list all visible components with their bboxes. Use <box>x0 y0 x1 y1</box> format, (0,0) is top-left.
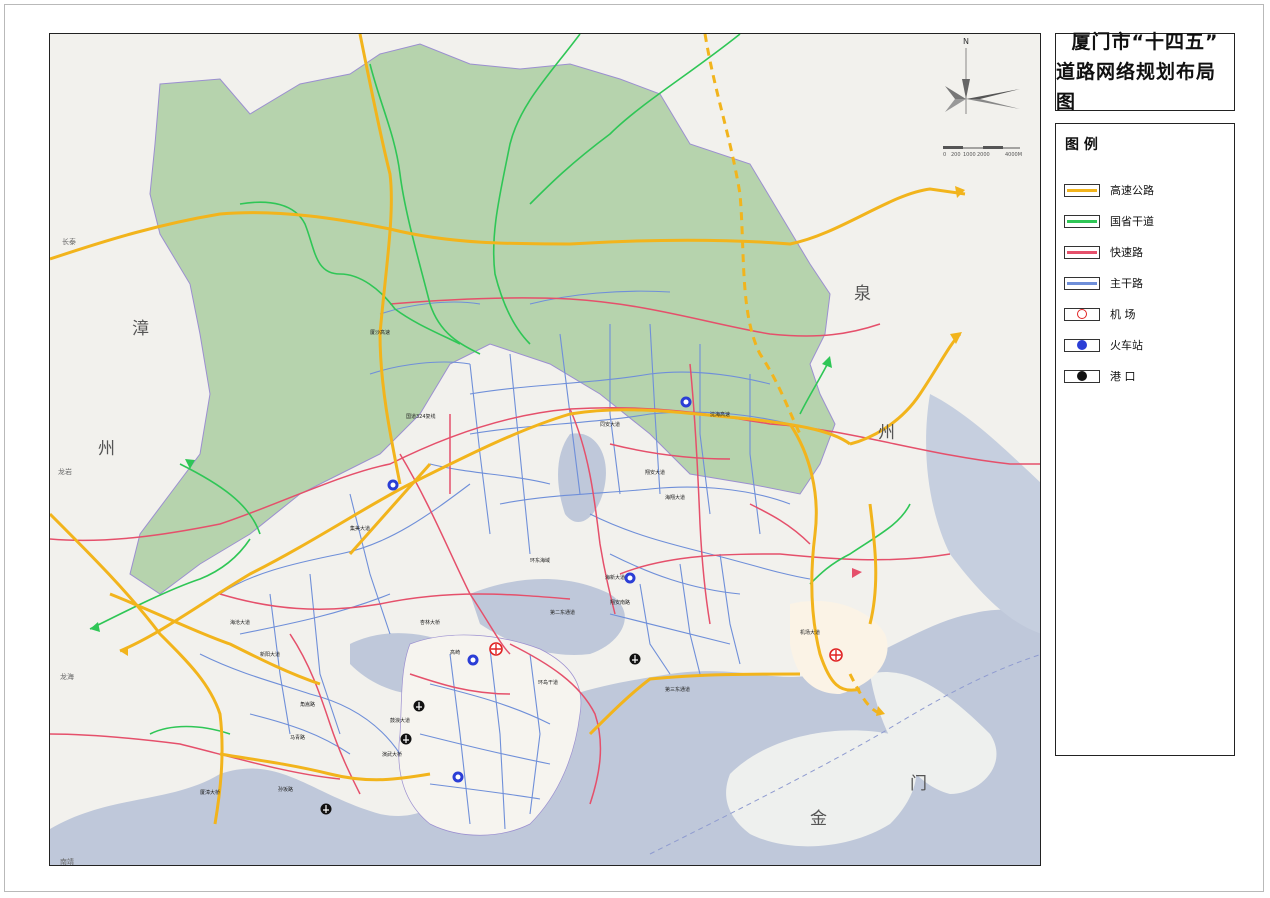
map-label-longhai: 龙海 <box>60 672 74 681</box>
train-station-icon <box>1064 338 1100 352</box>
road-label-18: 机场大道 <box>800 629 820 636</box>
road-label-16: 环东海域 <box>530 557 550 564</box>
map-svg: 漳 州 泉 州 门 金 长泰 龙岩 龙海 南靖 沈海高速 厦沙高速 国道324复… <box>50 34 1040 866</box>
road-label-12: 马青路 <box>290 734 305 741</box>
map-canvas[interactable]: 漳 州 泉 州 门 金 长泰 龙岩 龙海 南靖 沈海高速 厦沙高速 国道324复… <box>49 33 1041 866</box>
legend-label: 快速路 <box>1110 246 1143 259</box>
scale-label-1: 200 <box>951 152 961 158</box>
road-label-14: 角嵩路 <box>300 701 315 708</box>
road-label-24: 演武大桥 <box>382 751 402 758</box>
map-label-jin: 金 <box>810 809 827 829</box>
train-station-icon[interactable] <box>624 572 636 584</box>
legend-item-arterial: 主干路 <box>1064 273 1143 293</box>
road-label-2: 厦沙高速 <box>370 329 390 336</box>
road-label-4: 翔安大道 <box>645 469 665 476</box>
legend-item-national-road: 国省干道 <box>1064 211 1154 231</box>
road-label-1: 沈海高速 <box>710 411 730 418</box>
legend-heading: 图 例 <box>1065 137 1098 153</box>
arterial-road-line-icon <box>1064 276 1100 290</box>
legend-item-port: 港 口 <box>1064 366 1136 386</box>
train-station-icon[interactable] <box>387 479 399 491</box>
road-label-23: 海新大道 <box>605 574 625 581</box>
port-icon[interactable] <box>320 803 332 815</box>
compass-north-label: N <box>963 37 969 46</box>
road-label-13: 海沧大道 <box>230 619 250 626</box>
map-label-zhou-right: 州 <box>878 423 895 443</box>
port-icon <box>1064 369 1100 383</box>
road-label-9: 环岛干道 <box>538 679 558 686</box>
map-label-longyan: 龙岩 <box>58 467 72 476</box>
map-label-nanjing: 南靖 <box>60 857 74 866</box>
road-label-21: 集美大道 <box>350 525 370 532</box>
legend-label: 主干路 <box>1110 277 1143 290</box>
road-label-5: 同安大道 <box>600 421 620 428</box>
road-label-19: 高崎 <box>450 649 460 656</box>
legend-panel: 图 例 高速公路 国省干道 快速路 主干路 机 场 火车站 港 口 <box>1055 123 1235 756</box>
train-station-icon[interactable] <box>452 771 464 783</box>
scale-label-3: 2000 <box>977 152 990 158</box>
road-label-10: 厦漳大桥 <box>200 789 220 796</box>
road-label-17: 翔安南路 <box>610 599 630 606</box>
map-label-men: 门 <box>910 774 927 794</box>
scale-label-0: 0 <box>943 152 946 158</box>
legend-item-expressway: 快速路 <box>1064 242 1143 262</box>
highway-line-icon <box>1064 183 1100 197</box>
train-station-icon[interactable] <box>680 396 692 408</box>
map-label-changtai: 长泰 <box>62 237 76 246</box>
legend-item-highway: 高速公路 <box>1064 180 1154 200</box>
road-label-6: 海翔大道 <box>665 494 685 501</box>
legend-item-train-station: 火车站 <box>1064 335 1143 355</box>
map-label-zhou-left: 州 <box>98 439 115 459</box>
road-label-15: 孙坂路 <box>278 786 293 793</box>
expressway-line-icon <box>1064 245 1100 259</box>
road-label-20: 新阳大道 <box>260 651 280 658</box>
legend-label: 火车站 <box>1110 339 1143 352</box>
map-title-line1: 厦门市“十四五” <box>1071 31 1219 53</box>
legend-label: 机 场 <box>1110 308 1136 321</box>
airport-icon <box>1064 307 1100 321</box>
national-road-line-icon <box>1064 214 1100 228</box>
port-icon[interactable] <box>629 653 641 665</box>
legend-label: 高速公路 <box>1110 184 1154 197</box>
road-label-7: 第二东通道 <box>550 609 575 616</box>
scale-label-2: 1000 <box>963 152 976 158</box>
map-title-line2: 道路网络规划布局图 <box>1056 61 1217 113</box>
scale-label-4: 4000M <box>1005 152 1022 158</box>
road-label-22: 杏林大桥 <box>420 619 440 626</box>
road-label-11: 鼓浪大道 <box>390 717 410 724</box>
map-label-quan: 泉 <box>854 284 871 304</box>
road-label-8: 第三东通道 <box>665 686 690 693</box>
airport-icon[interactable] <box>829 648 843 662</box>
train-station-icon[interactable] <box>467 654 479 666</box>
legend-label: 港 口 <box>1110 370 1136 383</box>
port-icon[interactable] <box>400 733 412 745</box>
map-title-box: 厦门市“十四五” 道路网络规划布局图 <box>1055 31 1235 113</box>
legend-item-airport: 机 场 <box>1064 304 1136 324</box>
airport-icon[interactable] <box>489 642 503 656</box>
port-icon[interactable] <box>413 700 425 712</box>
legend-label: 国省干道 <box>1110 215 1154 228</box>
road-label-3: 国道324复线 <box>406 413 436 420</box>
map-label-zhang: 漳 <box>132 319 149 339</box>
